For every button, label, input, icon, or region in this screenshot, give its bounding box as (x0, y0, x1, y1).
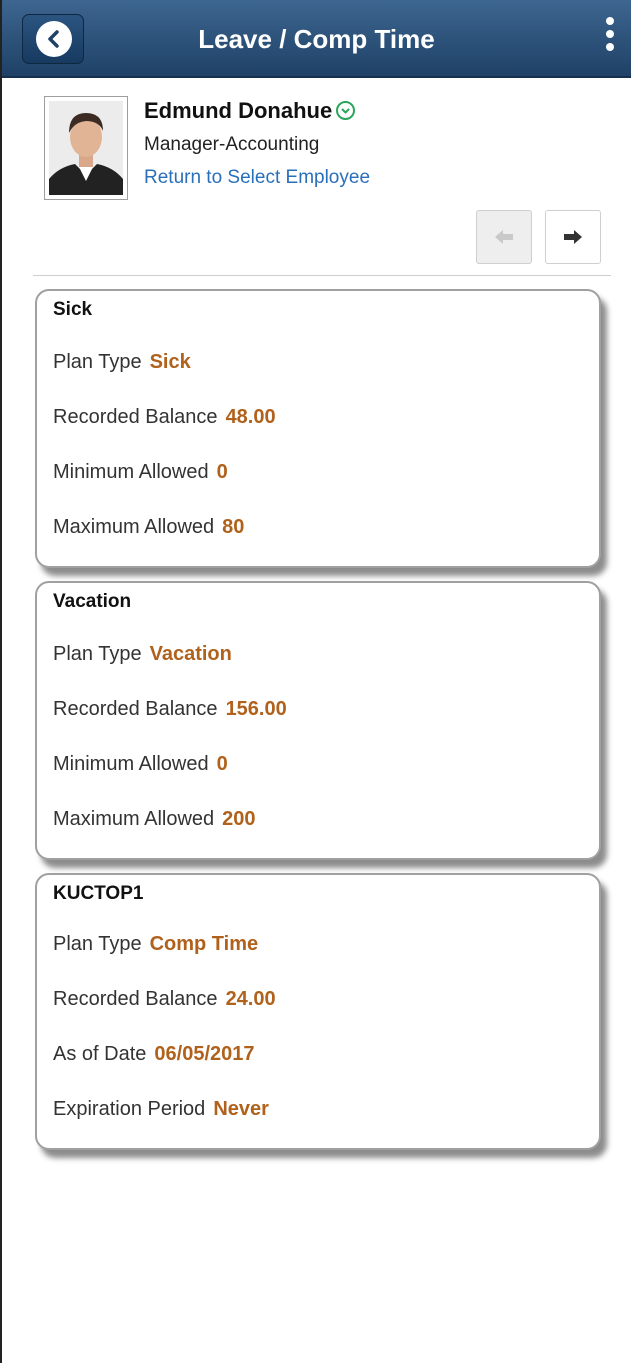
arrow-left-icon (495, 230, 513, 244)
employee-name: Edmund Donahue (144, 98, 356, 124)
header-bar: Leave / Comp Time (2, 0, 631, 78)
arrow-right-icon (564, 230, 582, 244)
row-label: Plan Type (53, 643, 142, 665)
actions-menu-icon[interactable] (603, 14, 617, 62)
card-title: Vacation (53, 591, 132, 612)
row-value: Never (213, 1098, 269, 1120)
row-label: Plan Type (53, 933, 142, 955)
row-value: 156.00 (225, 698, 287, 720)
window-edge (0, 0, 2, 1363)
row-label: As of Date (53, 1043, 147, 1065)
row-label: Minimum Allowed (53, 461, 209, 483)
back-button[interactable] (22, 14, 84, 64)
card-row: Plan Type Vacation (53, 643, 232, 666)
row-label: Recorded Balance (53, 406, 218, 428)
previous-employee-button[interactable] (476, 210, 532, 264)
row-label: Plan Type (53, 351, 142, 373)
card-row: Maximum Allowed 80 (53, 516, 244, 539)
card-row: Plan Type Sick (53, 351, 191, 374)
employee-name-text: Edmund Donahue (144, 98, 333, 123)
chevron-left-icon (36, 21, 72, 57)
row-value: 48.00 (225, 406, 276, 428)
row-value: Comp Time (149, 933, 259, 955)
row-label: Recorded Balance (53, 988, 218, 1010)
row-value: 80 (222, 516, 245, 538)
row-value: 0 (216, 753, 228, 775)
card-row: Recorded Balance 48.00 (53, 406, 276, 429)
leave-plan-card: KUCTOP1 Plan Type Comp Time Recorded Bala… (35, 873, 601, 1150)
row-label: Maximum Allowed (53, 808, 215, 830)
card-row: Recorded Balance 156.00 (53, 698, 287, 721)
row-value: 24.00 (225, 988, 276, 1010)
leave-plan-card: Sick Plan Type Sick Recorded Balance 48.00… (35, 289, 601, 568)
row-value: Vacation (149, 643, 232, 665)
divider (33, 275, 611, 276)
row-label: Maximum Allowed (53, 516, 215, 538)
employee-photo (44, 96, 128, 200)
card-title: Sick (53, 299, 93, 320)
card-title: KUCTOP1 (53, 883, 144, 904)
row-label: Minimum Allowed (53, 753, 209, 775)
row-label: Recorded Balance (53, 698, 218, 720)
chevron-down-icon[interactable] (336, 100, 356, 120)
card-row: Maximum Allowed 200 (53, 808, 256, 831)
leave-plan-card: Vacation Plan Type Vacation Recorded Bala… (35, 581, 601, 860)
row-label: Expiration Period (53, 1098, 206, 1120)
row-value: 200 (222, 808, 256, 830)
card-row: Recorded Balance 24.00 (53, 988, 276, 1011)
return-to-select-employee-link[interactable]: Return to Select Employee (144, 167, 370, 189)
card-row: Plan Type Comp Time (53, 933, 258, 956)
next-employee-button[interactable] (545, 210, 601, 264)
page-title: Leave / Comp Time (198, 24, 435, 54)
row-value: Sick (149, 351, 191, 373)
card-row: As of Date 06/05/2017 (53, 1043, 255, 1066)
employee-header: Edmund Donahue Manager-Accounting Return… (44, 96, 604, 206)
card-row: Minimum Allowed 0 (53, 753, 228, 776)
card-row: Minimum Allowed 0 (53, 461, 228, 484)
row-value: 0 (216, 461, 228, 483)
row-value: 06/05/2017 (154, 1043, 255, 1065)
card-row: Expiration Period Never (53, 1098, 269, 1121)
employee-title: Manager-Accounting (144, 134, 320, 155)
